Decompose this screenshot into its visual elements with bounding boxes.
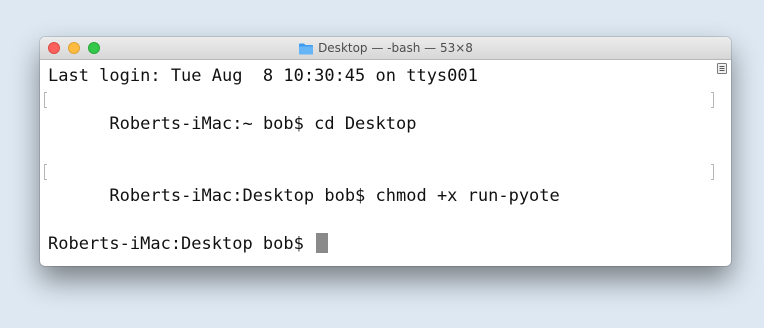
window-title-container: Desktop — -bash — 53×8 [40,37,731,59]
terminal-line-login: Last login: Tue Aug 8 10:30:45 on ttys00… [48,66,478,86]
line-mark-right [711,92,714,108]
terminal-line-cd-text: Roberts-iMac:~ bob$ cd Desktop [109,114,417,134]
terminal-line-chmod: Roberts-iMac:Desktop bob$ chmod +x run-p… [44,160,731,232]
line-mark-right [711,164,714,180]
terminal-line-chmod-text: Roberts-iMac:Desktop bob$ chmod +x run-p… [109,186,560,206]
folder-icon [299,43,314,54]
terminal-line-prompt: Roberts-iMac:Desktop bob$ [48,232,731,256]
title-bar[interactable]: Desktop — -bash — 53×8 [40,37,731,60]
line-mark-left [44,92,47,108]
terminal-prompt-text: Roberts-iMac:Desktop bob$ [48,234,315,254]
terminal-window: Desktop — -bash — 53×8 Last login: Tue A… [40,37,731,266]
text-cursor [316,233,329,253]
line-mark-left [44,164,47,180]
terminal-output[interactable]: Last login: Tue Aug 8 10:30:45 on ttys00… [40,60,731,256]
scroll-bar-icon[interactable] [717,63,727,74]
window-title: Desktop — -bash — 53×8 [318,41,473,55]
terminal-line-cd: Roberts-iMac:~ bob$ cd Desktop [44,88,731,160]
